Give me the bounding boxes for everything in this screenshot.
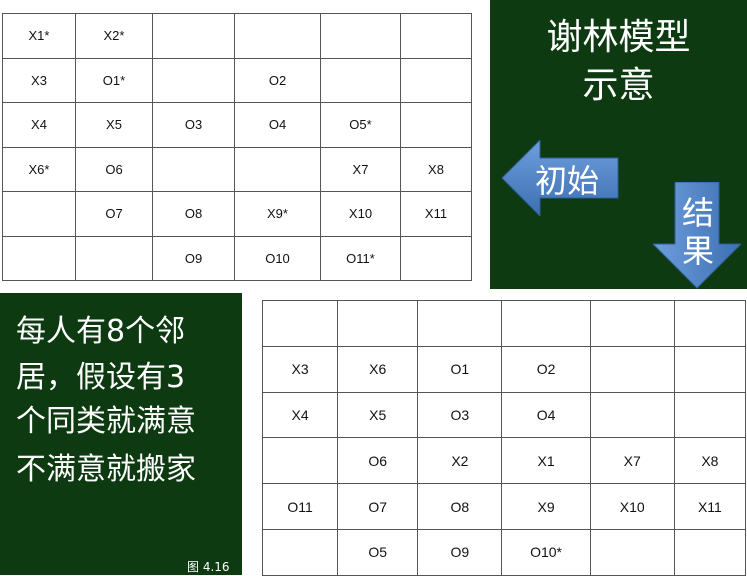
grid-cell: X7 (589, 437, 675, 485)
description-line-3: 个同类就满意 (16, 404, 196, 439)
grid-cell: X4 (2, 102, 76, 148)
grid-row: O6 X2 X1 X7 X8 (261, 437, 747, 485)
grid-cell: O3 (417, 391, 503, 439)
description-line-1: 每人有8个邻 (16, 314, 186, 349)
initial-arrow-label: 初始 (535, 162, 600, 200)
result-arrow-label-line-2: 果 (682, 232, 715, 270)
grid-cell (152, 146, 235, 192)
grid-cell: X10 (320, 191, 401, 237)
grid-cell: X11 (400, 191, 472, 237)
grid-cell (673, 528, 747, 576)
grid-cell: X3 (261, 345, 339, 393)
grid-cell: X2 (417, 437, 503, 485)
grid-cell: O7 (337, 483, 419, 530)
grid-row: X3 O1* O2 (2, 57, 472, 103)
grid-cell (589, 528, 675, 576)
grid-cell: O11* (320, 235, 401, 281)
grid-cell (261, 300, 339, 347)
grid-cell: X5 (75, 102, 153, 148)
initial-grid: X1* X2* X3 O1* O2 X4 X5 O3 O4 O5* X6* O6 X7 X8 O7 O8 X9*… (2, 13, 472, 281)
grid-row: O9 O10 O11* (2, 235, 472, 281)
grid-cell: X8 (400, 146, 472, 192)
figure-label: 图 4.16 (187, 560, 230, 574)
grid-cell (589, 391, 675, 439)
grid-cell: O5* (320, 102, 401, 148)
grid-cell: X4 (261, 391, 339, 439)
grid-cell (400, 57, 472, 103)
grid-cell: O1 (417, 345, 503, 393)
grid-cell: X3 (2, 57, 76, 103)
grid-row: X4 X5 O3 O4 (261, 391, 747, 439)
grid-cell: O7 (75, 191, 153, 237)
grid-cell (75, 235, 153, 281)
grid-cell (337, 300, 419, 347)
grid-cell (673, 391, 747, 439)
grid-cell (400, 235, 472, 281)
grid-cell (152, 57, 235, 103)
grid-cell (320, 57, 401, 103)
grid-cell: O10 (234, 235, 321, 281)
grid-cell (234, 146, 321, 192)
grid-cell: O9 (417, 528, 503, 576)
grid-cell: O6 (337, 437, 419, 485)
grid-row: O11 O7 O8 X9 X10 X11 (261, 483, 747, 530)
grid-cell (400, 102, 472, 148)
grid-cell: X1* (2, 13, 76, 59)
grid-cell: O2 (234, 57, 321, 103)
title-line-2: 示意 (582, 65, 655, 106)
grid-row: X4 X5 O3 O4 O5* (2, 102, 472, 148)
grid-cell: O2 (501, 345, 591, 393)
grid-cell: O3 (152, 102, 235, 148)
grid-cell (673, 345, 747, 393)
grid-cell: O9 (152, 235, 235, 281)
result-grid: X3 X6 O1 O2 X4 X5 O3 O4 O6 X2 X1 X7 X8 O11 O7 O8 X9 X10 X1… (261, 300, 747, 576)
grid-cell: X7 (320, 146, 401, 192)
grid-cell: O1* (75, 57, 153, 103)
grid-row: X1* X2* (2, 13, 472, 59)
grid-cell: O10* (501, 528, 591, 576)
grid-cell: O4 (501, 391, 591, 439)
grid-cell: X9* (234, 191, 321, 237)
grid-row: O5 O9 O10* (261, 528, 747, 576)
grid-cell: X5 (337, 391, 419, 439)
grid-cell (152, 13, 235, 59)
grid-cell: X8 (673, 437, 747, 485)
grid-cell: O5 (337, 528, 419, 576)
title-line-1: 谢林模型 (546, 17, 691, 58)
grid-cell (589, 345, 675, 393)
grid-cell: O6 (75, 146, 153, 192)
grid-cell (261, 528, 339, 576)
grid-cell: X6 (337, 345, 419, 393)
grid-cell (400, 13, 472, 59)
grid-cell (501, 300, 591, 347)
grid-cell (261, 437, 339, 485)
grid-row: X3 X6 O1 O2 (261, 345, 747, 393)
grid-cell (2, 191, 76, 237)
grid-row (261, 300, 747, 347)
grid-cell: O8 (417, 483, 503, 530)
grid-cell: X9 (501, 483, 591, 530)
grid-cell: O4 (234, 102, 321, 148)
grid-cell (320, 13, 401, 59)
grid-cell: O8 (152, 191, 235, 237)
grid-cell: X1 (501, 437, 591, 485)
grid-cell: X2* (75, 13, 153, 59)
grid-cell: X10 (589, 483, 675, 530)
grid-cell (417, 300, 503, 347)
grid-row: X6* O6 X7 X8 (2, 146, 472, 192)
description-line-2: 居，假设有3 (16, 360, 186, 395)
grid-cell (589, 300, 675, 347)
grid-cell (673, 300, 747, 347)
grid-cell (234, 13, 321, 59)
grid-cell: X11 (673, 483, 747, 530)
grid-cell: O11 (261, 483, 339, 530)
grid-cell (2, 235, 76, 281)
grid-cell: X6* (2, 146, 76, 192)
grid-row: O7 O8 X9* X10 X11 (2, 191, 472, 237)
description-line-4: 不满意就搬家 (16, 452, 196, 487)
